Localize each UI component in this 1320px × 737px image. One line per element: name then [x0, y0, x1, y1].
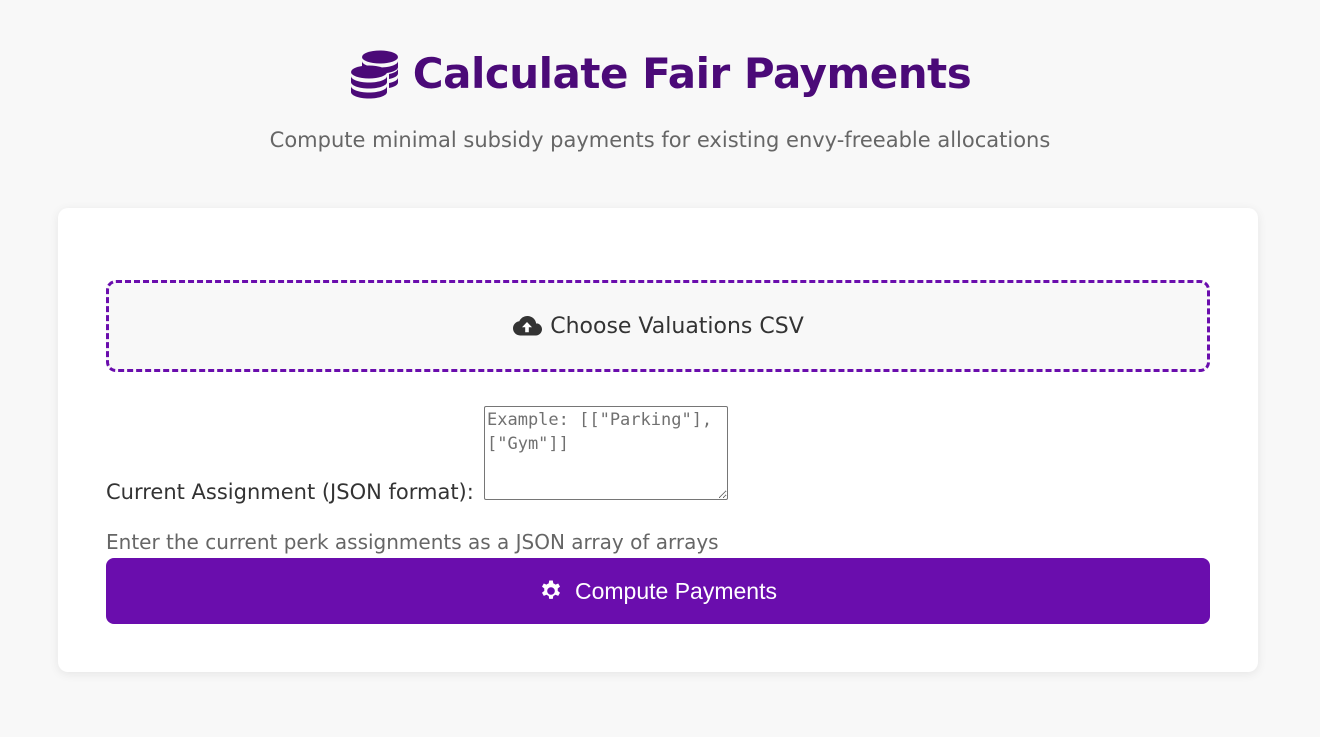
- compute-payments-button[interactable]: Compute Payments: [106, 558, 1210, 624]
- page: Calculate Fair Payments Compute minimal …: [0, 0, 1320, 737]
- compute-button-label: Compute Payments: [575, 577, 777, 604]
- assignment-json-input[interactable]: [484, 406, 728, 500]
- assignment-field-group: Current Assignment (JSON format):: [106, 406, 1210, 506]
- payment-form-card: Choose Valuations CSV Current Assignment…: [58, 208, 1258, 672]
- coins-icon: [349, 48, 401, 100]
- assignment-label: Current Assignment (JSON format):: [106, 480, 474, 504]
- page-subtitle: Compute minimal subsidy payments for exi…: [269, 128, 1051, 152]
- gear-icon: [539, 579, 563, 603]
- page-title: Calculate Fair Payments: [412, 49, 972, 98]
- assignment-help-text: Enter the current perk assignments as a …: [106, 530, 719, 554]
- page-header: Calculate Fair Payments: [0, 46, 1320, 102]
- upload-label: Choose Valuations CSV: [550, 313, 804, 339]
- cloud-upload-icon: [512, 314, 543, 338]
- valuations-csv-upload[interactable]: Choose Valuations CSV: [106, 280, 1210, 372]
